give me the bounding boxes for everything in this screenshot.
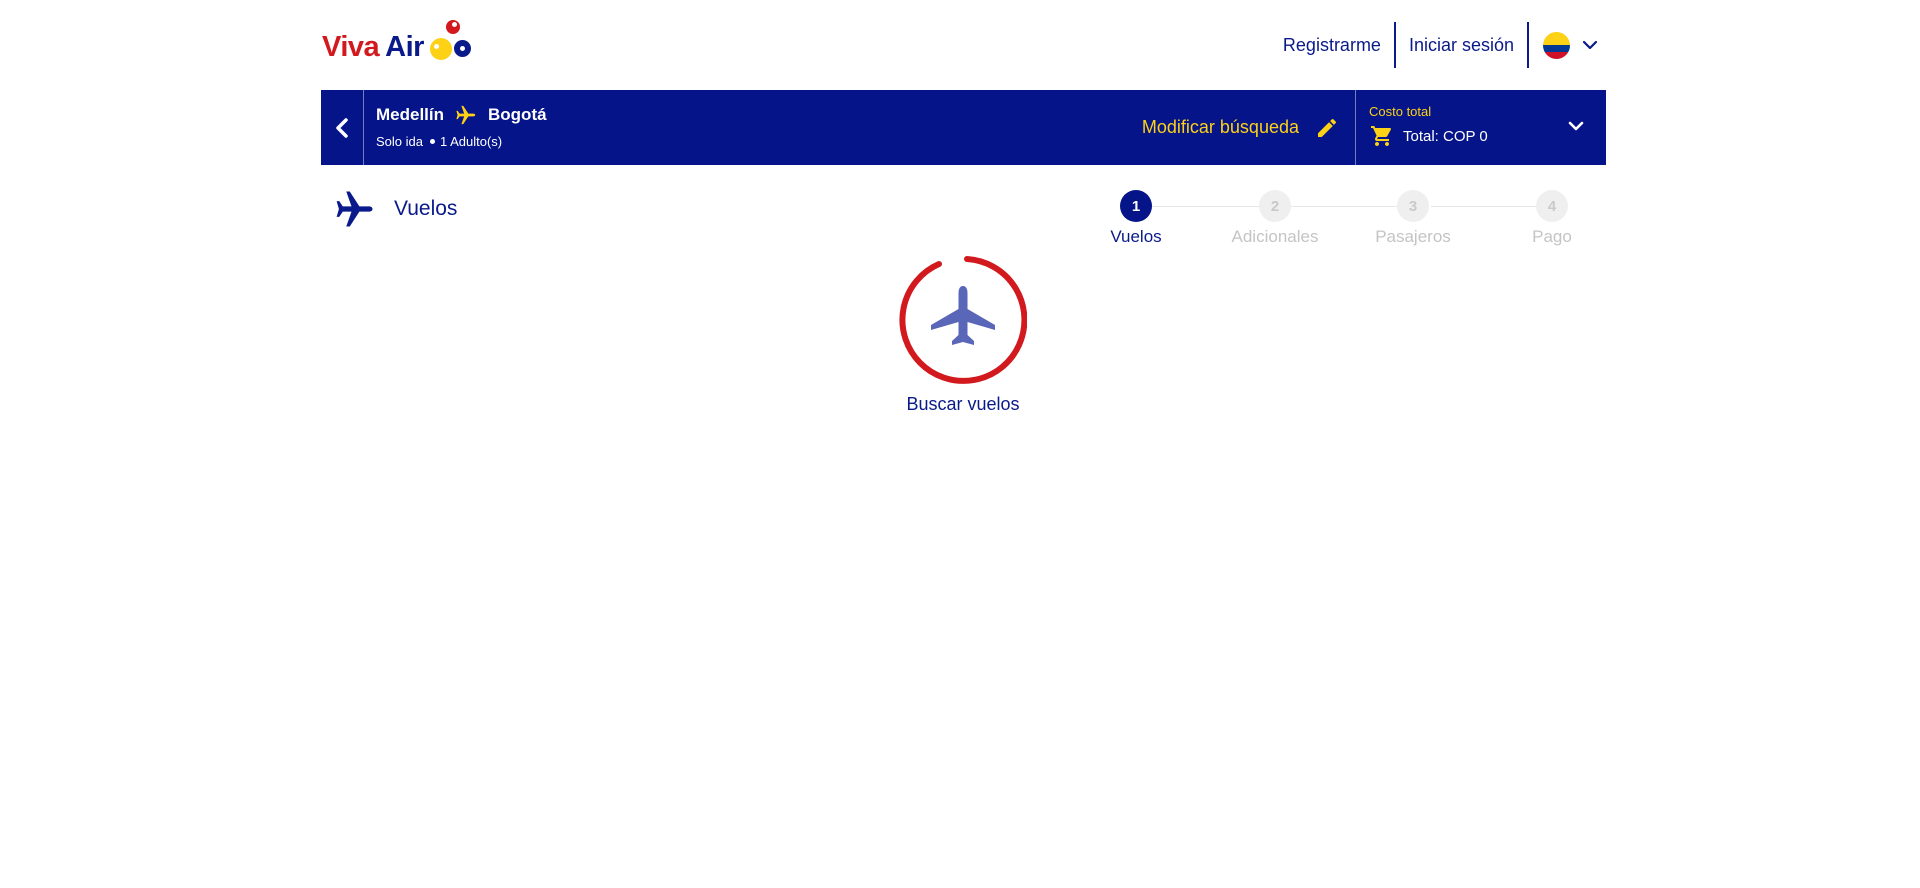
logo-word-viva: Viva bbox=[322, 31, 380, 63]
step-label: Vuelos bbox=[1110, 227, 1162, 246]
trip-type: Solo ida bbox=[376, 134, 423, 149]
step-number: 3 bbox=[1397, 190, 1429, 222]
modify-search-label: Modificar búsqueda bbox=[1141, 117, 1299, 137]
step-label: Pago bbox=[1532, 227, 1572, 246]
total-cost-dropdown[interactable]: Costo total Total: COP 0 bbox=[1355, 90, 1606, 165]
logo-word-air: Air bbox=[385, 31, 424, 63]
colombia-flag-icon bbox=[1543, 31, 1570, 59]
page-container: Viva Air Registrarme Iniciar sesión Mede… bbox=[321, 0, 1606, 246]
section-header: Vuelos bbox=[334, 188, 457, 230]
chevron-down-icon bbox=[1568, 121, 1584, 131]
step-label: Pasajeros bbox=[1375, 227, 1451, 246]
step-passengers: 3 Pasajeros bbox=[1358, 190, 1468, 247]
airplane-icon bbox=[454, 104, 478, 126]
bullet-separator bbox=[429, 139, 435, 144]
route-summary: Medellín Bogotá Solo ida 1 Adulto(s) Mod… bbox=[364, 90, 1355, 165]
loader-label: Buscar vuelos bbox=[906, 394, 1020, 414]
language-selector[interactable] bbox=[1529, 31, 1606, 59]
login-link[interactable]: Iniciar sesión bbox=[1396, 35, 1527, 56]
logo-dots-icon bbox=[426, 20, 474, 62]
shopping-cart-icon bbox=[1371, 126, 1392, 146]
step-payment: 4 Pago bbox=[1497, 190, 1607, 247]
section-title: Vuelos bbox=[394, 197, 458, 220]
back-button[interactable] bbox=[321, 90, 364, 165]
step-number: 2 bbox=[1259, 190, 1291, 222]
step-flights[interactable]: 1 Vuelos bbox=[1081, 190, 1191, 247]
step-number: 1 bbox=[1120, 190, 1152, 222]
site-header: Viva Air Registrarme Iniciar sesión bbox=[321, 0, 1606, 90]
step-number: 4 bbox=[1536, 190, 1568, 222]
step-extras: 2 Adicionales bbox=[1220, 190, 1330, 247]
pencil-icon bbox=[1318, 118, 1337, 137]
viva-air-logo[interactable]: Viva Air bbox=[322, 20, 474, 62]
step-label: Adicionales bbox=[1231, 227, 1319, 246]
loading-spinner bbox=[899, 256, 1027, 384]
total-amount: Total: COP 0 bbox=[1403, 127, 1488, 145]
airplane-icon bbox=[336, 191, 373, 227]
search-summary-bar: Medellín Bogotá Solo ida 1 Adulto(s) Mod… bbox=[321, 90, 1606, 165]
cost-label: Costo total bbox=[1369, 104, 1432, 119]
booking-stepper: 1 Vuelos 2 Adicionales 3 Pasajeros 4 Pag… bbox=[1075, 190, 1572, 250]
register-link[interactable]: Registrarme bbox=[1270, 35, 1394, 56]
header-nav: Registrarme Iniciar sesión bbox=[1270, 22, 1606, 68]
airplane-icon bbox=[931, 286, 995, 345]
modify-search-button[interactable]: Modificar búsqueda bbox=[1142, 90, 1339, 165]
destination-city: Bogotá bbox=[488, 105, 547, 124]
passenger-count: 1 Adulto(s) bbox=[439, 134, 503, 149]
origin-city: Medellín bbox=[376, 105, 445, 124]
chevron-left-icon bbox=[336, 117, 348, 138]
chevron-down-icon bbox=[1582, 40, 1598, 50]
